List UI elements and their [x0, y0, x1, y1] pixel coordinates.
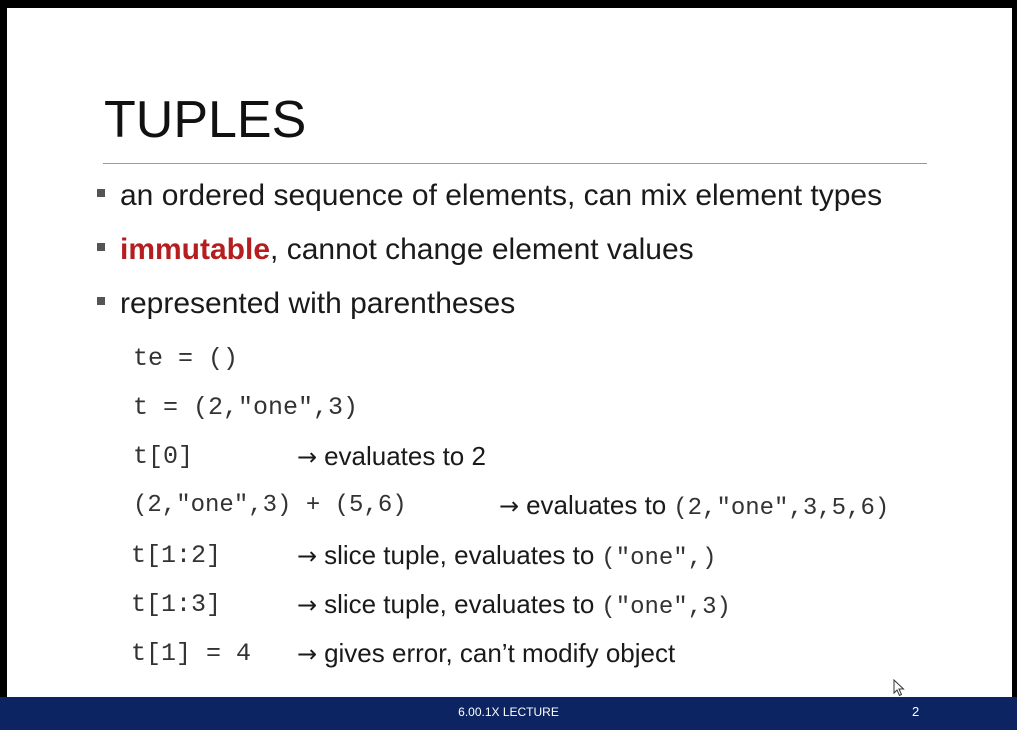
code-text: t[1:3] [131, 590, 222, 619]
slide-footer: 6.00.1X LECTURE 2 [0, 697, 1017, 730]
result-text: ("one",) [601, 545, 717, 572]
bullet-item: immutable, cannot change element values [97, 233, 694, 267]
description-text: evaluates to [526, 490, 667, 520]
code-text: t[1:2] [131, 541, 222, 570]
code-text: t = (2,"one",3) [133, 393, 359, 422]
right-arrow-icon: → [297, 443, 318, 471]
description-text: gives error, can’t modify object [324, 638, 676, 668]
result-text: (2,"one",3,5,6) [673, 495, 890, 522]
slide-title: TUPLES [104, 91, 307, 149]
right-arrow-icon: → [499, 492, 520, 520]
code-description: → evaluates to 2 [297, 441, 486, 472]
code-text: (2,"one",3) + (5,6) [133, 492, 407, 519]
code-description: → slice tuple, evaluates to ("one",3) [297, 589, 731, 621]
description-text: slice tuple, evaluates to [324, 589, 595, 619]
code-description: → slice tuple, evaluates to ("one",) [297, 540, 717, 572]
bullet-item: an ordered sequence of elements, can mix… [97, 179, 882, 213]
code-text: t[1] = 4 [131, 639, 252, 668]
code-text: t[0] [133, 442, 194, 471]
right-arrow-icon: → [297, 640, 318, 668]
code-description: → evaluates to (2,"one",3,5,6) [499, 490, 889, 522]
bullet-text: represented with parentheses [120, 287, 516, 320]
square-bullet-icon [97, 297, 105, 306]
result-text: ("one",3) [601, 594, 731, 621]
page-number: 2 [912, 704, 920, 719]
code-description: → gives error, can’t modify object [297, 638, 675, 669]
title-divider [103, 163, 927, 164]
bullet-text: , cannot change element values [270, 233, 694, 266]
right-arrow-icon: → [297, 591, 318, 619]
code-text: te = () [133, 344, 239, 373]
description-text: slice tuple, evaluates to [324, 540, 595, 570]
square-bullet-icon [97, 189, 105, 198]
bullet-highlight: immutable [120, 233, 271, 266]
right-arrow-icon: → [297, 542, 318, 570]
description-text: evaluates to 2 [324, 441, 486, 471]
square-bullet-icon [97, 243, 105, 252]
footer-lecture-label: 6.00.1X LECTURE [458, 705, 559, 719]
bullet-text: an ordered sequence of elements, can mix… [120, 179, 883, 212]
bullet-item: represented with parentheses [97, 287, 515, 321]
slide: TUPLES an ordered sequence of elements, … [7, 8, 1012, 698]
